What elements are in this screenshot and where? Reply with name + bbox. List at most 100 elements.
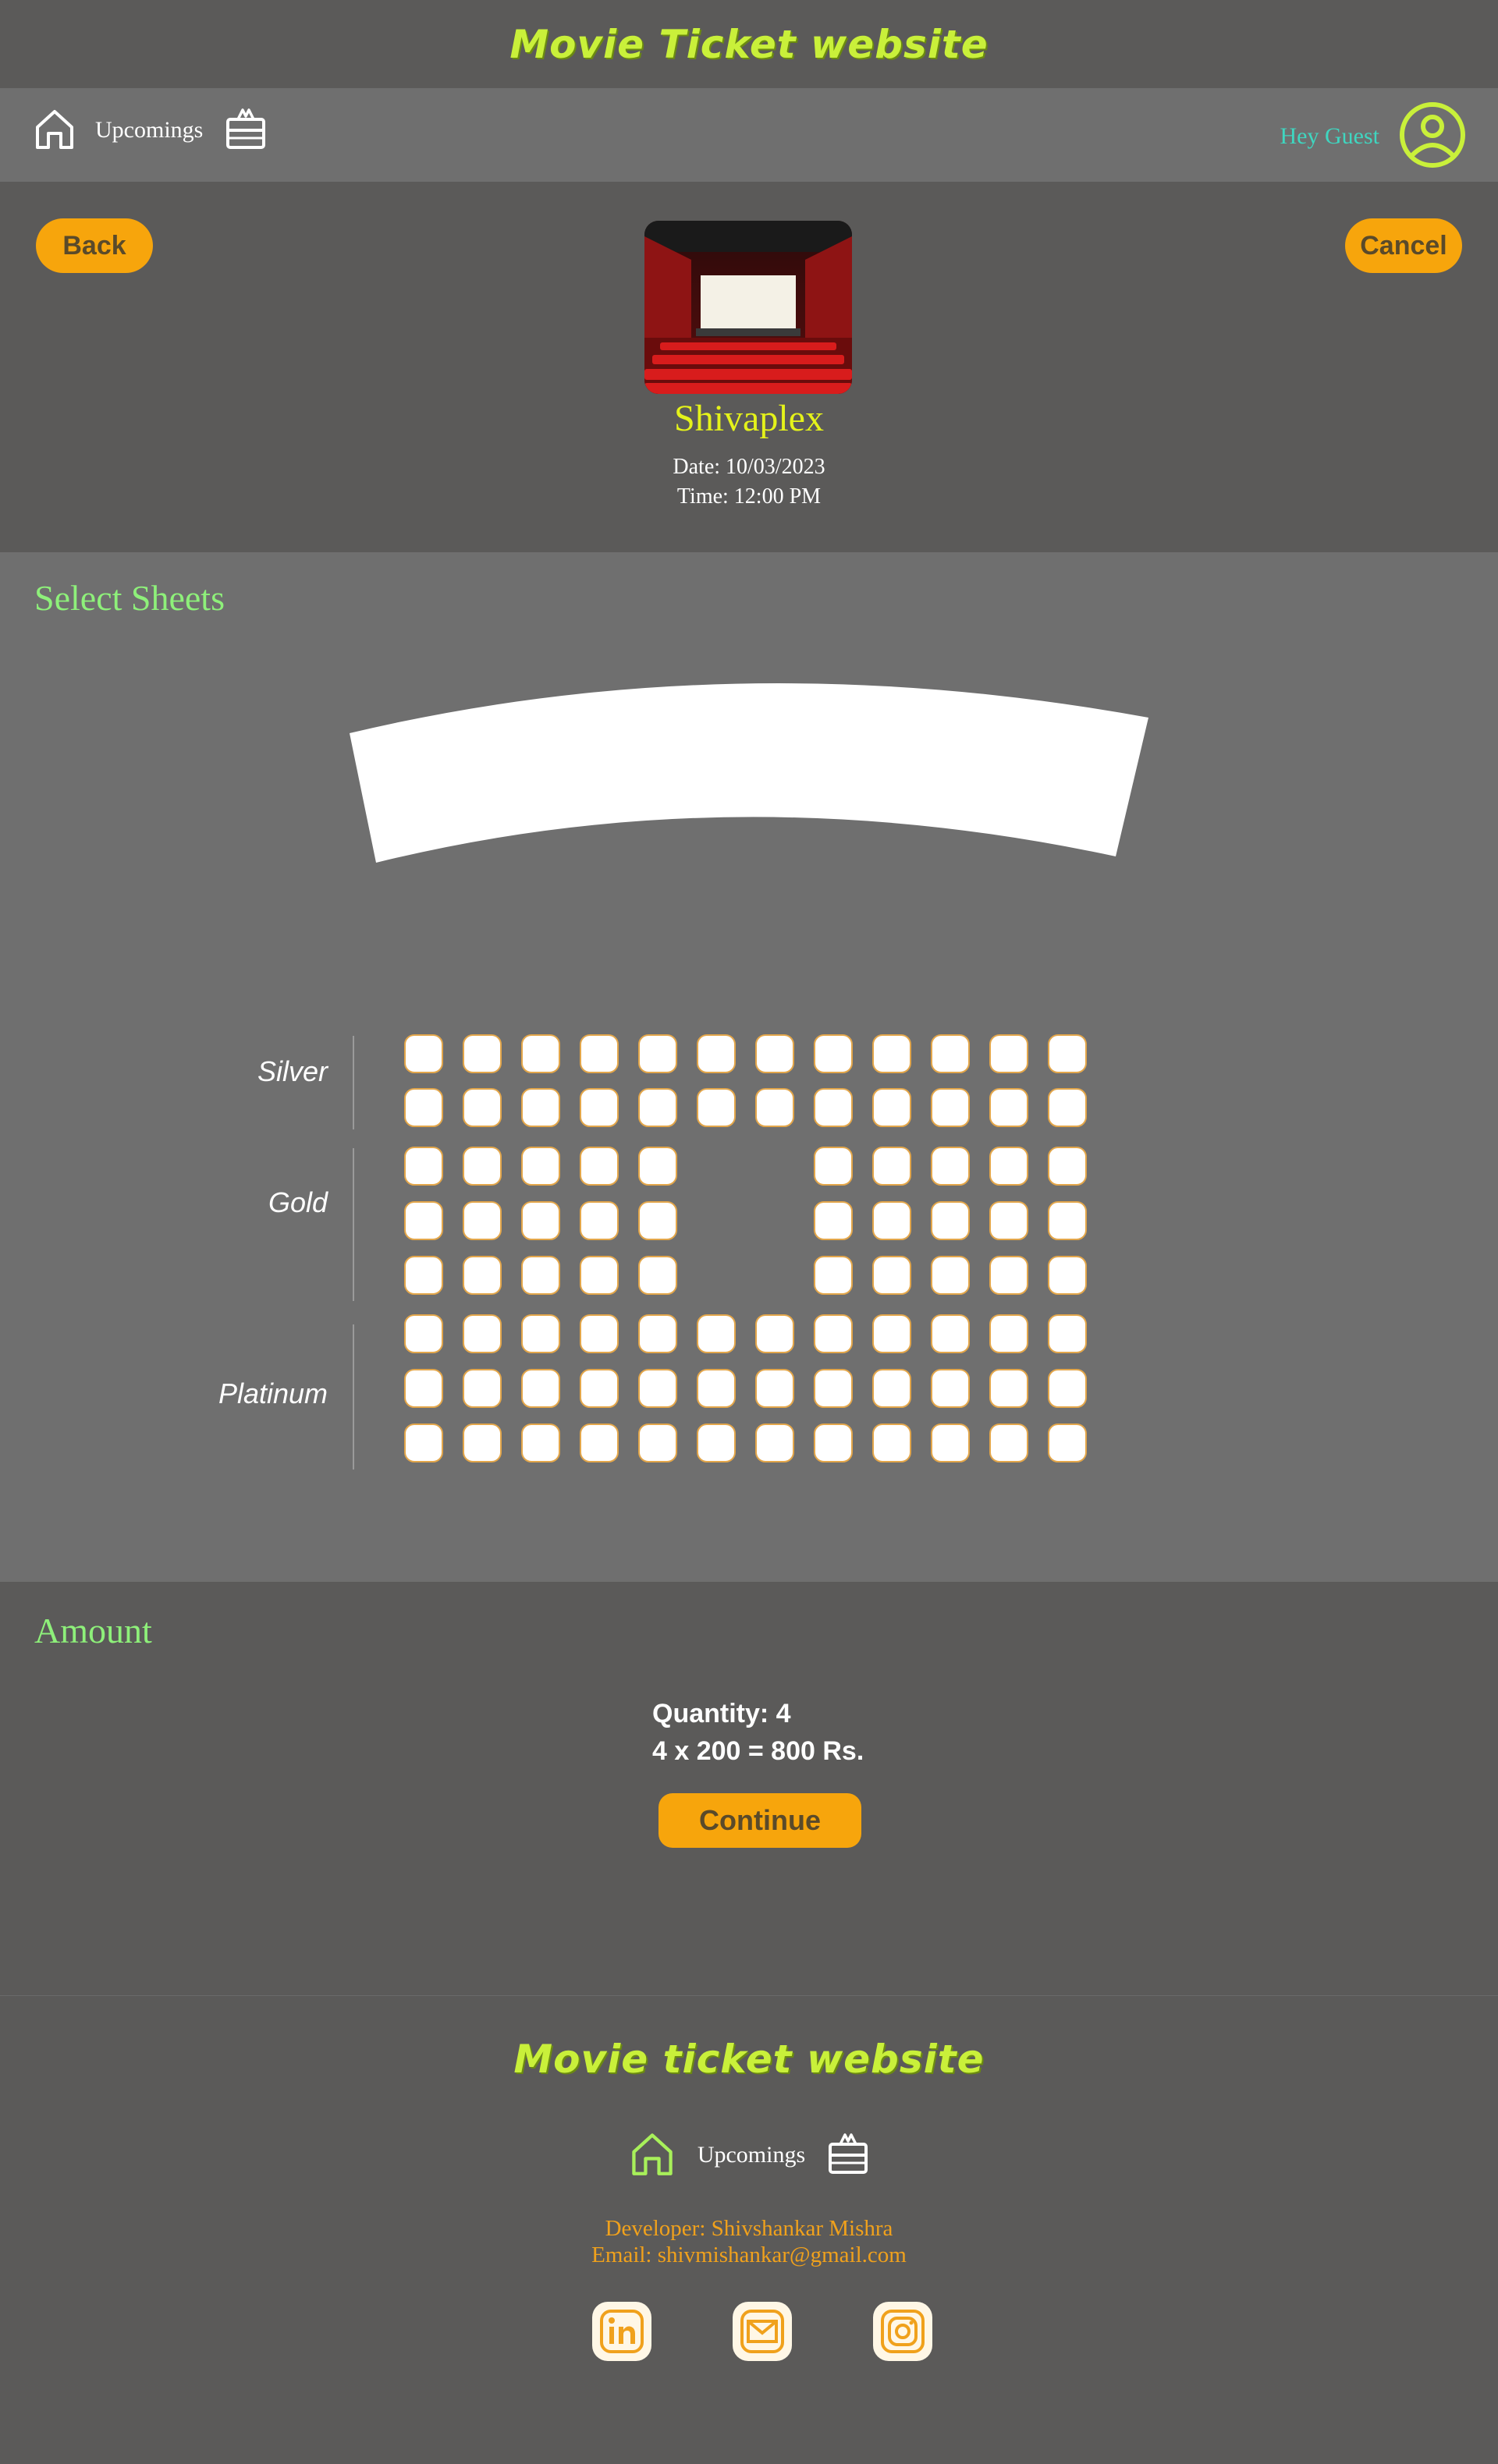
seat[interactable] (463, 1423, 502, 1462)
cancel-button[interactable]: Cancel (1345, 218, 1462, 273)
seat[interactable] (989, 1034, 1028, 1073)
seat[interactable] (814, 1201, 853, 1240)
seat[interactable] (697, 1034, 736, 1073)
seat[interactable] (755, 1369, 794, 1408)
seat[interactable] (989, 1088, 1028, 1127)
seat[interactable] (931, 1256, 970, 1295)
seat[interactable] (697, 1423, 736, 1462)
seat[interactable] (931, 1314, 970, 1353)
footer-upcomings-link[interactable]: Upcomings (698, 2142, 805, 2168)
seat[interactable] (463, 1034, 502, 1073)
seat[interactable] (989, 1147, 1028, 1186)
seat[interactable] (463, 1201, 502, 1240)
seat[interactable] (814, 1369, 853, 1408)
seat[interactable] (404, 1088, 443, 1127)
home-icon[interactable] (629, 2130, 676, 2180)
seat[interactable] (521, 1423, 560, 1462)
ticket-icon[interactable] (827, 2132, 869, 2179)
seat[interactable] (872, 1088, 911, 1127)
seat[interactable] (989, 1314, 1028, 1353)
seat[interactable] (931, 1034, 970, 1073)
ticket-icon[interactable] (225, 107, 267, 154)
seat[interactable] (814, 1314, 853, 1353)
seat[interactable] (404, 1369, 443, 1408)
mail-icon[interactable] (733, 2302, 792, 2361)
seat[interactable] (989, 1256, 1028, 1295)
seat[interactable] (872, 1256, 911, 1295)
seat[interactable] (697, 1314, 736, 1353)
seat[interactable] (404, 1201, 443, 1240)
seat[interactable] (697, 1369, 736, 1408)
seat[interactable] (580, 1201, 619, 1240)
continue-button[interactable]: Continue (658, 1793, 861, 1848)
seat[interactable] (404, 1147, 443, 1186)
seat[interactable] (463, 1314, 502, 1353)
seat[interactable] (521, 1256, 560, 1295)
seat[interactable] (638, 1423, 677, 1462)
seat[interactable] (814, 1256, 853, 1295)
seat[interactable] (814, 1423, 853, 1462)
seat[interactable] (814, 1088, 853, 1127)
home-icon[interactable] (33, 107, 76, 154)
seat[interactable] (463, 1256, 502, 1295)
seat[interactable] (989, 1369, 1028, 1408)
seat[interactable] (872, 1423, 911, 1462)
seat[interactable] (404, 1314, 443, 1353)
seat[interactable] (521, 1034, 560, 1073)
seat[interactable] (872, 1201, 911, 1240)
seat[interactable] (580, 1147, 619, 1186)
seat[interactable] (404, 1256, 443, 1295)
seat[interactable] (931, 1088, 970, 1127)
seat[interactable] (580, 1314, 619, 1353)
seat[interactable] (521, 1369, 560, 1408)
seat[interactable] (872, 1147, 911, 1186)
seat[interactable] (989, 1201, 1028, 1240)
seat[interactable] (463, 1088, 502, 1127)
seat[interactable] (755, 1034, 794, 1073)
seat[interactable] (580, 1256, 619, 1295)
seat[interactable] (521, 1088, 560, 1127)
seat[interactable] (931, 1423, 970, 1462)
seat[interactable] (638, 1314, 677, 1353)
seat[interactable] (697, 1088, 736, 1127)
seat[interactable] (1048, 1256, 1087, 1295)
seat[interactable] (638, 1256, 677, 1295)
seat[interactable] (404, 1423, 443, 1462)
seat[interactable] (755, 1314, 794, 1353)
seat[interactable] (755, 1423, 794, 1462)
seat[interactable] (931, 1201, 970, 1240)
seat[interactable] (580, 1088, 619, 1127)
seat[interactable] (1048, 1314, 1087, 1353)
seat[interactable] (755, 1088, 794, 1127)
seat[interactable] (1048, 1034, 1087, 1073)
back-button[interactable]: Back (36, 218, 153, 273)
nav-upcomings-link[interactable]: Upcomings (95, 117, 203, 144)
seat[interactable] (931, 1369, 970, 1408)
seat[interactable] (404, 1034, 443, 1073)
linkedin-icon[interactable] (592, 2302, 651, 2361)
seat[interactable] (872, 1369, 911, 1408)
seat[interactable] (872, 1314, 911, 1353)
seat[interactable] (463, 1147, 502, 1186)
seat[interactable] (1048, 1423, 1087, 1462)
seat[interactable] (463, 1369, 502, 1408)
seat[interactable] (580, 1423, 619, 1462)
seat[interactable] (521, 1314, 560, 1353)
seat[interactable] (1048, 1088, 1087, 1127)
seat[interactable] (580, 1369, 619, 1408)
seat[interactable] (638, 1088, 677, 1127)
seat[interactable] (521, 1201, 560, 1240)
seat[interactable] (1048, 1147, 1087, 1186)
seat[interactable] (1048, 1369, 1087, 1408)
seat[interactable] (814, 1034, 853, 1073)
developer-email[interactable]: Email: shivmishankar@gmail.com (0, 2242, 1498, 2268)
seat[interactable] (989, 1423, 1028, 1462)
seat[interactable] (638, 1147, 677, 1186)
seat[interactable] (521, 1147, 560, 1186)
seat[interactable] (931, 1147, 970, 1186)
seat[interactable] (638, 1201, 677, 1240)
seat[interactable] (1048, 1201, 1087, 1240)
instagram-icon[interactable] (873, 2302, 932, 2361)
seat[interactable] (580, 1034, 619, 1073)
seat[interactable] (638, 1369, 677, 1408)
